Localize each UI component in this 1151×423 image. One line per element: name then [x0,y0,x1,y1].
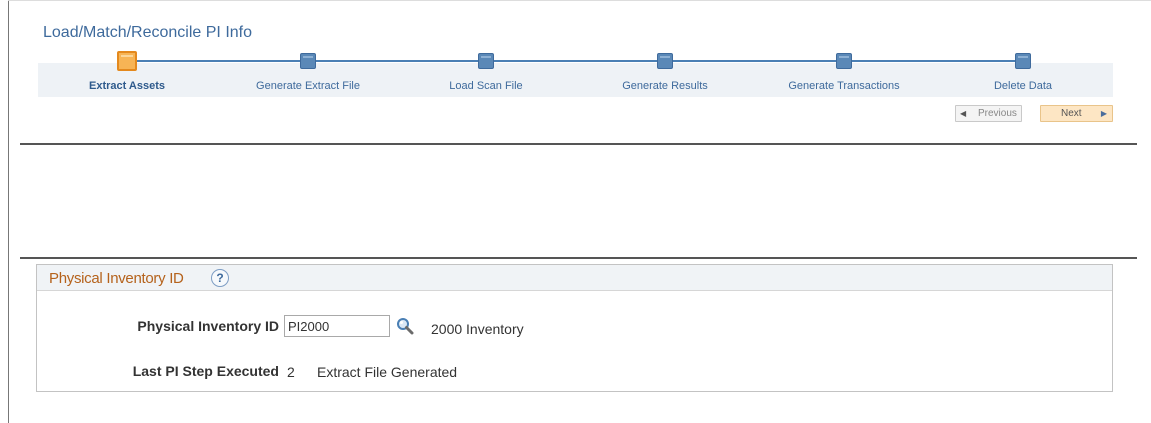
help-icon[interactable]: ? [211,269,229,287]
step-node-load-scan-file[interactable] [478,53,494,69]
step-label-generate-results[interactable]: Generate Results [575,80,755,92]
pi-id-label: Physical Inventory ID [137,318,279,334]
pi-description: 2000 Inventory [431,321,524,337]
previous-button[interactable]: ◀ Previous [955,105,1022,122]
section-divider-top [20,143,1137,145]
step-node-extract-assets[interactable] [117,51,137,71]
step-node-delete-data[interactable] [1015,53,1031,69]
step-label-generate-transactions[interactable]: Generate Transactions [754,80,934,92]
step-label-delete-data[interactable]: Delete Data [933,80,1113,92]
next-arrow-icon: ▶ [1100,109,1107,118]
last-step-label: Last PI Step Executed [132,363,279,379]
previous-arrow-icon: ◀ [960,109,967,118]
last-step-description: Extract File Generated [317,364,458,380]
step-label-extract-assets[interactable]: Extract Assets [37,80,217,92]
page-title: Load/Match/Reconcile PI Info [43,24,253,41]
next-button-label: Next [1061,108,1082,119]
physical-inventory-group: Physical Inventory ID ? Physical Invento… [36,264,1113,392]
group-header: Physical Inventory ID ? [37,265,1112,291]
lookup-search-icon[interactable] [396,317,414,335]
pi-id-input[interactable] [284,315,390,337]
step-label-load-scan-file[interactable]: Load Scan File [396,80,576,92]
step-node-generate-results[interactable] [657,53,673,69]
step-label-generate-extract-file[interactable]: Generate Extract File [218,80,398,92]
step-train-line [127,60,1023,62]
window-left-border [8,0,9,423]
section-divider-bottom [20,257,1137,259]
window-top-border [8,0,1151,1]
step-node-generate-transactions[interactable] [836,53,852,69]
next-button[interactable]: Next ▶ [1040,105,1113,122]
last-step-number: 2 [287,364,295,380]
group-title: Physical Inventory ID [49,270,184,287]
step-node-generate-extract-file[interactable] [300,53,316,69]
previous-button-label: Previous [978,108,1017,119]
